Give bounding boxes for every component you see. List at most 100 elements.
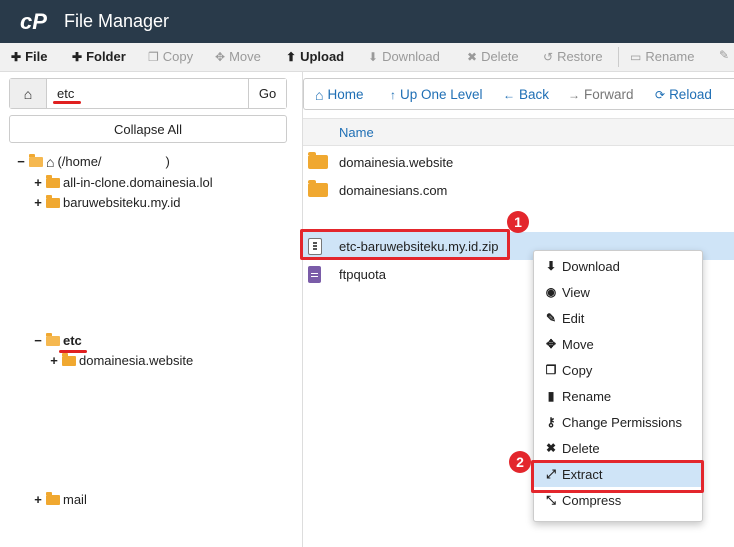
tree-item[interactable]: + baruwebsiteku.my.id	[33, 194, 181, 210]
key-icon: ⚷	[546, 415, 556, 429]
app-title: File Manager	[64, 11, 170, 31]
tree-root[interactable]: − ⌂ (/home/ )	[16, 153, 170, 170]
expand-toggle[interactable]: +	[33, 492, 43, 507]
tree-item-label: baruwebsiteku.my.id	[63, 195, 181, 210]
go-button[interactable]: Go	[248, 79, 286, 108]
menu-view[interactable]: ◉ View	[534, 279, 702, 305]
cpanel-logo-icon: cP	[20, 9, 47, 34]
delete-icon: ✖	[467, 49, 478, 64]
folder-icon	[308, 180, 328, 197]
upload-label: Upload	[300, 49, 345, 64]
extract-highlight	[531, 460, 704, 493]
arrow-up-icon: ↑	[390, 87, 396, 102]
menu-label: Move	[562, 336, 594, 352]
forward-label: Forward	[584, 87, 634, 102]
delete-label: Delete	[481, 49, 519, 64]
copy-label: Copy	[162, 49, 194, 64]
reload-icon: ⟳	[655, 87, 666, 102]
toolbar-divider	[618, 47, 619, 67]
rename-label: Rename	[645, 49, 695, 64]
name-column-label: Name	[339, 125, 374, 140]
menu-label: Compress	[562, 492, 622, 508]
folder-icon	[308, 152, 328, 169]
path-bar: ⌂ Go	[9, 78, 287, 109]
collapse-toggle[interactable]: −	[16, 154, 26, 169]
new-file-button[interactable]: ✚ File	[11, 49, 47, 64]
menu-rename[interactable]: ▮ Rename	[534, 383, 702, 409]
folder-icon	[46, 174, 60, 188]
step-1-badge: 1	[507, 211, 529, 233]
folder-open-icon	[29, 153, 43, 167]
restore-label: Restore	[557, 49, 603, 64]
menu-download[interactable]: ⬇ Download	[534, 253, 702, 279]
menu-label: Download	[562, 258, 620, 274]
copy-icon: ❐	[148, 49, 159, 64]
menu-copy[interactable]: ❐ Copy	[534, 357, 702, 383]
expand-toggle[interactable]: +	[33, 195, 43, 210]
home-icon: ⌂	[46, 153, 55, 170]
reload-label: Reload	[669, 87, 712, 102]
move-icon: ✥	[215, 49, 226, 64]
pencil-icon: ✎	[719, 48, 730, 62]
tree-item[interactable]: + all-in-clone.domainesia.lol	[33, 174, 213, 190]
tree-item-label: etc	[63, 333, 82, 348]
download-icon: ⬇	[368, 49, 379, 64]
menu-label: Delete	[562, 440, 600, 456]
directory-tree-pane: ⌂ Go Collapse All − ⌂ (/home/ ) + all-in…	[0, 72, 302, 547]
plus-icon: ✚	[11, 49, 22, 64]
expand-toggle[interactable]: +	[33, 175, 43, 190]
menu-delete[interactable]: ✖ Delete	[534, 435, 702, 461]
download-icon: ⬇	[545, 259, 557, 273]
tree-item-label: all-in-clone.domainesia.lol	[63, 175, 213, 190]
rename-button[interactable]: ▭ Rename	[630, 49, 694, 64]
forward-button[interactable]: → Forward	[568, 87, 634, 102]
menu-edit[interactable]: ✎ Edit	[534, 305, 702, 331]
arrow-right-icon: →	[568, 87, 580, 102]
tree-item[interactable]: + mail	[33, 491, 87, 507]
new-folder-button[interactable]: ✚ Folder	[72, 49, 126, 64]
new-folder-label: Folder	[86, 49, 126, 64]
navigation-bar: ⌂ Home ↑ Up One Level ← Back → Forward ⟳…	[303, 78, 734, 110]
nav-home-button[interactable]: ⌂ Home	[315, 87, 363, 102]
move-label: Move	[229, 49, 261, 64]
new-file-label: File	[25, 49, 48, 64]
upload-button[interactable]: ⬆ Upload	[286, 49, 344, 64]
move-button[interactable]: ✥ Move	[215, 49, 261, 64]
file-name: ftpquota	[339, 266, 386, 282]
up-one-level-button[interactable]: ↑ Up One Level	[390, 87, 483, 102]
zip-file-highlight	[300, 229, 510, 260]
upload-icon: ⬆	[286, 49, 297, 64]
collapse-all-button[interactable]: Collapse All	[9, 115, 287, 143]
reload-button[interactable]: ⟳ Reload	[655, 87, 712, 102]
folder-icon	[46, 194, 60, 208]
folder-open-icon	[46, 332, 60, 346]
download-label: Download	[382, 49, 440, 64]
tree-item-label: mail	[63, 492, 87, 507]
file-row[interactable]: domainesia.website	[303, 148, 734, 176]
menu-label: Copy	[562, 362, 593, 378]
path-home-button[interactable]: ⌂	[10, 79, 47, 108]
collapse-toggle[interactable]: −	[33, 333, 43, 348]
pencil-icon: ✎	[545, 311, 557, 325]
menu-change-permissions[interactable]: ⚷ Change Permissions	[534, 409, 702, 435]
restore-icon: ↺	[543, 49, 554, 64]
tree-item-etc[interactable]: − etc	[33, 332, 82, 348]
file-row[interactable]: domainesians.com	[303, 176, 734, 204]
back-button[interactable]: ← Back	[503, 87, 549, 102]
expand-toggle[interactable]: +	[49, 353, 59, 368]
tree-item[interactable]: + domainesia.website	[49, 352, 193, 368]
delete-button[interactable]: ✖ Delete	[467, 49, 519, 64]
file-name: domainesia.website	[339, 154, 454, 170]
edit-button[interactable]: ✎	[719, 49, 729, 61]
folder-icon	[46, 491, 60, 505]
restore-button[interactable]: ↺ Restore	[543, 49, 603, 64]
rename-icon: ▭	[630, 49, 642, 64]
copy-button[interactable]: ❐ Copy	[148, 49, 193, 64]
tree-root-suffix: )	[165, 154, 170, 169]
menu-move[interactable]: ✥ Move	[534, 331, 702, 357]
delete-icon: ✖	[545, 441, 557, 455]
rename-icon: ▮	[547, 389, 555, 403]
file-name: domainesians.com	[339, 182, 448, 198]
download-button[interactable]: ⬇ Download	[368, 49, 440, 64]
name-column-header[interactable]: Name	[303, 118, 734, 146]
